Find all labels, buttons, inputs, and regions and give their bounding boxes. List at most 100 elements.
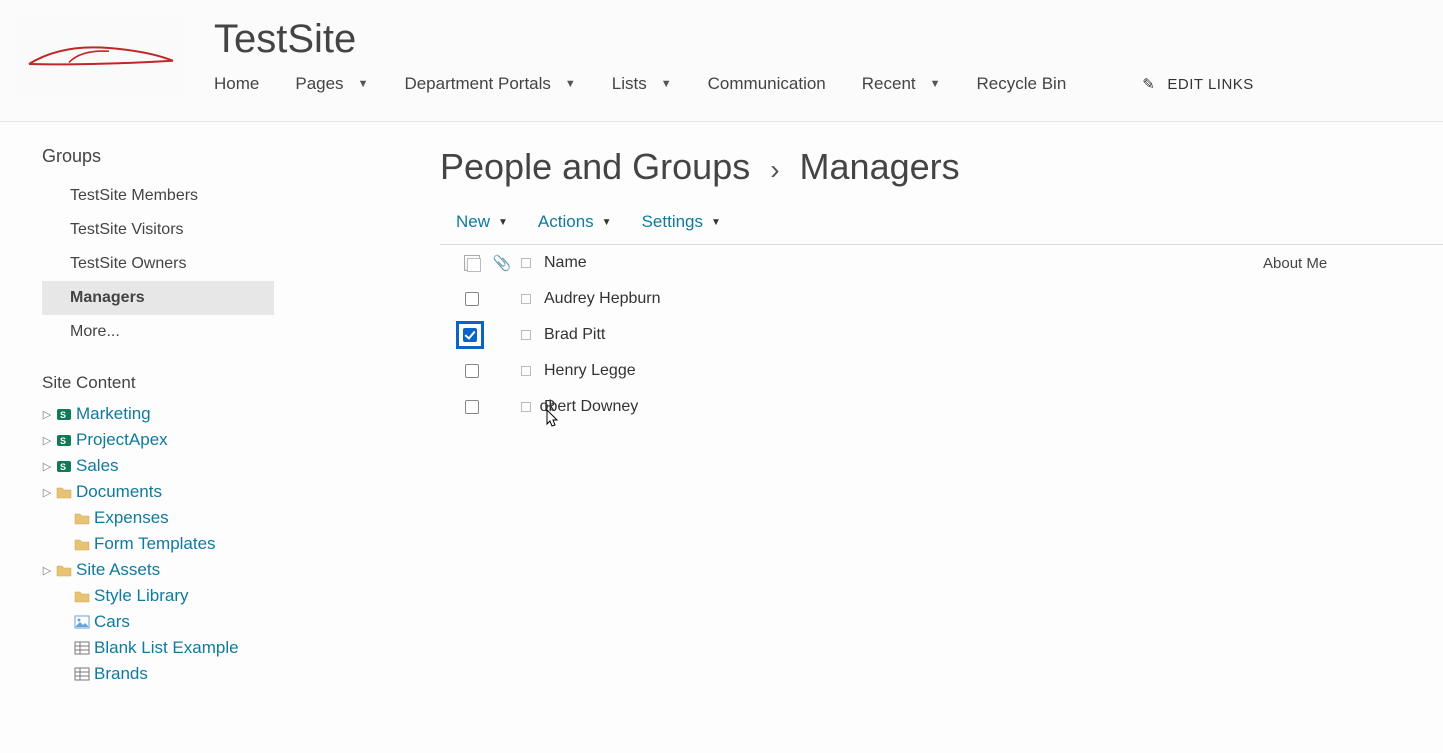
top-nav: Home Pages▼ Department Portals ▼ Lists ▼ Commu… <box>214 74 1254 94</box>
breadcrumb-separator-icon: › <box>770 154 779 186</box>
sp-site-icon: S <box>56 432 72 448</box>
tree-item-label: ProjectApex <box>76 430 168 450</box>
tree-item-expenses[interactable]: Expenses <box>42 505 440 531</box>
table-row[interactable]: Henry Legge <box>440 353 1443 389</box>
breadcrumb-current: Managers <box>800 146 960 188</box>
svg-text:S: S <box>60 436 66 446</box>
dropdown-caret-icon: ▼ <box>498 217 508 228</box>
svg-text:S: S <box>60 462 66 472</box>
tree-item-blank-list-example[interactable]: Blank List Example <box>42 635 440 661</box>
row-select-checkbox[interactable] <box>465 364 479 378</box>
groups-list: TestSite MembersTestSite VisitorsTestSit… <box>42 179 440 349</box>
tree-item-sales[interactable]: ▷SSales <box>42 453 440 479</box>
tree-expander-icon[interactable]: ▷ <box>42 564 52 577</box>
actions-button[interactable]: Actions ▼ <box>538 212 612 232</box>
nav-item-label: Lists <box>612 74 647 94</box>
select-all-icon[interactable] <box>464 255 480 271</box>
folder-icon <box>74 510 90 526</box>
group-item-testsite-visitors[interactable]: TestSite Visitors <box>42 213 440 247</box>
dropdown-caret-icon: ▼ <box>602 217 612 228</box>
dropdown-caret-icon: ▼ <box>358 78 369 90</box>
site-header: TestSite HomePages▼Department Portals▼Li… <box>0 0 1443 122</box>
folder-icon <box>56 562 72 578</box>
image-library-icon <box>74 614 90 630</box>
row-select-checkbox[interactable] <box>465 292 479 306</box>
site-logo[interactable] <box>16 14 186 98</box>
sp-site-icon: S <box>56 458 72 474</box>
settings-button[interactable]: Settings ▼ <box>642 212 721 232</box>
nav-item-department-portals[interactable]: Department Portals ▼ <box>404 74 575 94</box>
list-icon <box>74 666 90 682</box>
presence-header-icon <box>521 258 531 268</box>
main-content: People and Groups › Managers New ▼ Actio… <box>440 122 1443 687</box>
table-row[interactable]: Brad Pitt <box>440 317 1443 353</box>
svg-text:S: S <box>60 410 66 420</box>
tree-item-form-templates[interactable]: Form Templates <box>42 531 440 557</box>
tree-item-label: Documents <box>76 482 162 502</box>
tree-item-label: Marketing <box>76 404 151 424</box>
tree-item-label: Form Templates <box>94 534 216 554</box>
pencil-icon: ✎ <box>1142 75 1155 93</box>
tree-item-style-library[interactable]: Style Library <box>42 583 440 609</box>
tree-expander-icon[interactable]: ▷ <box>42 460 52 473</box>
settings-button-label: Settings <box>642 212 703 232</box>
list-icon <box>74 640 90 656</box>
member-name[interactable]: Henry Legge <box>536 362 1263 380</box>
nav-item-pages[interactable]: Pages▼ <box>295 74 368 94</box>
tree-item-documents[interactable]: ▷ Documents <box>42 479 440 505</box>
nav-item-label: Recent <box>862 74 916 94</box>
nav-item-label: Recycle Bin <box>977 74 1067 94</box>
tree-item-projectapex[interactable]: ▷ S ProjectApex <box>42 427 440 453</box>
members-table: 📎 Name About Me Audrey Hepburn Brad Pitt H… <box>440 244 1443 425</box>
nav-item-label: Department Portals <box>404 74 550 94</box>
member-name[interactable]: Brad Pitt <box>536 326 1263 344</box>
group-item-testsite-owners[interactable]: TestSite Owners <box>42 247 440 281</box>
dropdown-caret-icon: ▼ <box>930 78 941 90</box>
groups-heading: Groups <box>42 146 440 167</box>
site-title[interactable]: TestSite <box>214 18 1254 60</box>
left-navigation: Groups TestSite MembersTestSite Visitors… <box>0 122 440 687</box>
tree-item-label: Style Library <box>94 586 188 606</box>
new-button[interactable]: New ▼ <box>456 212 508 232</box>
nav-item-recent[interactable]: Recent ▼ <box>862 74 941 94</box>
sp-site-icon: S <box>56 406 72 422</box>
dropdown-caret-icon: ▼ <box>565 78 576 90</box>
tree-item-label: Cars <box>94 612 130 632</box>
nav-item-label: Communication <box>708 74 826 94</box>
member-name[interactable]: Audrey Hepburn <box>536 290 1263 308</box>
row-select-checkbox[interactable] <box>463 328 477 342</box>
site-content-tree: ▷SMarketing▷SProjectApex▷SSales▷Document… <box>42 401 440 687</box>
page-title: People and Groups › Managers <box>440 146 1443 188</box>
attachment-column-icon: 📎 <box>493 254 512 272</box>
nav-item-lists[interactable]: Lists ▼ <box>612 74 672 94</box>
dropdown-caret-icon: ▼ <box>661 78 672 90</box>
tree-expander-icon[interactable]: ▷ <box>42 434 52 447</box>
tree-item-cars[interactable]: Cars <box>42 609 440 635</box>
tree-item-site-assets[interactable]: ▷Site Assets <box>42 557 440 583</box>
nav-item-home[interactable]: Home <box>214 74 259 94</box>
edit-links-label: EDIT LINKS <box>1167 76 1253 93</box>
group-item-managers[interactable]: Managers <box>42 281 274 315</box>
about-column-header[interactable]: About Me <box>1263 255 1443 272</box>
member-name[interactable]: Robert Downey <box>536 398 1263 416</box>
tree-expander-icon[interactable]: ▷ <box>42 408 52 421</box>
nav-item-label: Home <box>214 74 259 94</box>
edit-links-button[interactable]: ✎ EDIT LINKS <box>1142 75 1254 93</box>
presence-icon <box>521 366 531 376</box>
tree-item-label: Expenses <box>94 508 169 528</box>
group-item-testsite-members[interactable]: TestSite Members <box>42 179 440 213</box>
tree-item-label: Brands <box>94 664 148 684</box>
nav-item-recycle-bin[interactable]: Recycle Bin <box>977 74 1067 94</box>
name-column-header[interactable]: Name <box>536 254 1263 272</box>
table-row[interactable]: Audrey Hepburn <box>440 281 1443 317</box>
breadcrumb-root[interactable]: People and Groups <box>440 146 750 188</box>
tree-expander-icon[interactable]: ▷ <box>42 486 52 499</box>
tree-item-brands[interactable]: Brands <box>42 661 440 687</box>
actions-button-label: Actions <box>538 212 594 232</box>
nav-item-communication[interactable]: Communication <box>708 74 826 94</box>
new-button-label: New <box>456 212 490 232</box>
tree-item-marketing[interactable]: ▷ S Marketing <box>42 401 440 427</box>
group-item-more-[interactable]: More... <box>42 315 440 349</box>
row-select-checkbox[interactable] <box>465 400 479 414</box>
table-row[interactable]: Robert Downey <box>440 389 1443 425</box>
